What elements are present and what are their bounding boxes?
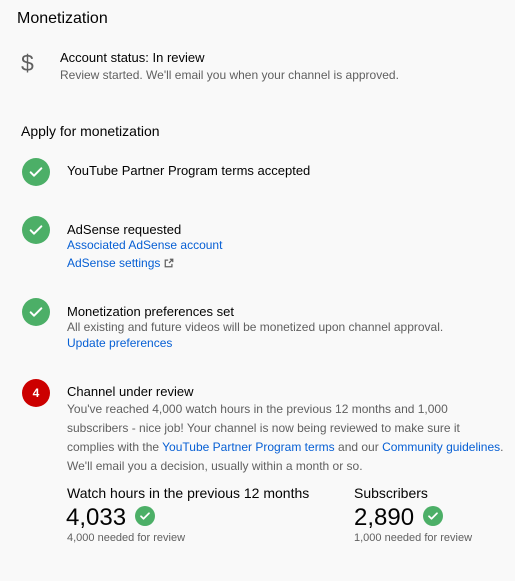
dollar-icon: $ [21,50,34,76]
step-channel-under-review: Channel under review [67,384,194,399]
subscribers-label: Subscribers [354,485,428,501]
associated-adsense-link[interactable]: Associated AdSense account [67,238,222,252]
page-title: Monetization [17,10,108,27]
step-monetization-preferences: Monetization preferences set [67,304,234,319]
step-terms-accepted: YouTube Partner Program terms accepted [67,163,311,178]
monetization-preferences-description: All existing and future videos will be m… [67,320,444,334]
step-adsense-requested: AdSense requested [67,222,182,237]
adsense-settings-label: AdSense settings [67,256,161,270]
adsense-settings-link[interactable]: AdSense settings [67,256,174,270]
channel-review-description: You've reached 4,000 watch hours in the … [67,400,507,476]
monetization-page: Monetization $ Account status: In review… [0,0,515,581]
external-link-icon [165,258,174,268]
checkmark-icon [29,307,43,317]
watch-hours-value: 4,033 [66,504,127,531]
watch-hours-note: 4,000 needed for review [67,532,186,544]
ypp-terms-link[interactable]: YouTube Partner Program terms [162,440,335,454]
account-status: Account status: In review [60,50,205,65]
subscribers-value: 2,890 [354,504,415,531]
checkmark-icon [140,512,150,520]
check-icon [423,506,443,526]
account-status-description: Review started. We'll email you when you… [60,68,399,82]
check-icon [22,216,50,244]
checkmark-icon [29,225,43,235]
checkmark-icon [428,512,438,520]
watch-hours-label: Watch hours in the previous 12 months [67,485,310,501]
update-preferences-link[interactable]: Update preferences [67,336,172,350]
check-icon [135,506,155,526]
checkmark-icon [29,167,43,177]
subscribers-note: 1,000 needed for review [354,532,473,544]
review-text-2: and our [334,440,383,454]
check-icon [22,298,50,326]
apply-heading: Apply for monetization [21,123,160,139]
community-guidelines-link[interactable]: Community guidelines [382,440,500,454]
step-number-badge: 4 [22,379,50,407]
check-icon [22,158,50,186]
